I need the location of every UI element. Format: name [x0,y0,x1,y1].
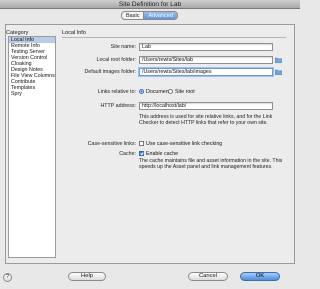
links-relative-label: Links relative to: [97,89,136,95]
default-images-label: Default images folder: [84,69,136,75]
case-sensitive-label: Case-sensitive links: [87,141,136,147]
enable-cache-checkbox[interactable] [139,151,144,156]
panel-divider [62,37,286,38]
tab-advanced[interactable]: Advanced [143,12,177,19]
site-root-radio[interactable] [168,89,173,94]
help-button[interactable]: Help [68,272,106,281]
http-address-note: This address is used for site relative l… [139,114,273,126]
case-sensitive-checkbox[interactable] [139,141,144,146]
http-address-field[interactable]: http://localhost/lab/ [139,102,273,110]
cancel-button[interactable]: Cancel [188,272,228,281]
cache-note: The cache maintains file and asset infor… [139,158,283,170]
enable-cache-option-label: Enable cache [146,151,179,157]
case-sensitive-option-label: Use case-sensitive link checking [146,141,223,147]
document-radio[interactable] [139,89,144,94]
site-name-field[interactable]: Lab [139,43,273,51]
folder-browse-icon[interactable] [275,57,282,63]
category-item-spry[interactable]: Spry [9,91,55,97]
ok-button[interactable]: OK [240,272,280,281]
category-list: Local Info Remote Info Testing Server Ve… [8,36,56,258]
local-root-field[interactable]: /Users/rewis/Sites/lab [139,56,273,64]
default-images-field[interactable]: /Users/rewis/Sites/lab/images [139,68,273,76]
mode-tabs: Basic Advanced [121,11,178,20]
tab-basic[interactable]: Basic [122,12,143,19]
site-root-option-label: Site root [175,89,195,95]
local-root-label: Local root folder: [96,57,136,63]
document-option-label: Document [146,89,171,95]
panel-title: Local Info [62,30,86,36]
http-address-label: HTTP address: [100,103,136,109]
folder-browse-icon[interactable] [275,69,282,75]
help-icon[interactable]: ? [3,273,12,282]
cache-label: Cache: [119,151,136,157]
window-title: Site Definition for Lab [0,0,300,9]
site-name-label: Site name: [110,44,136,50]
